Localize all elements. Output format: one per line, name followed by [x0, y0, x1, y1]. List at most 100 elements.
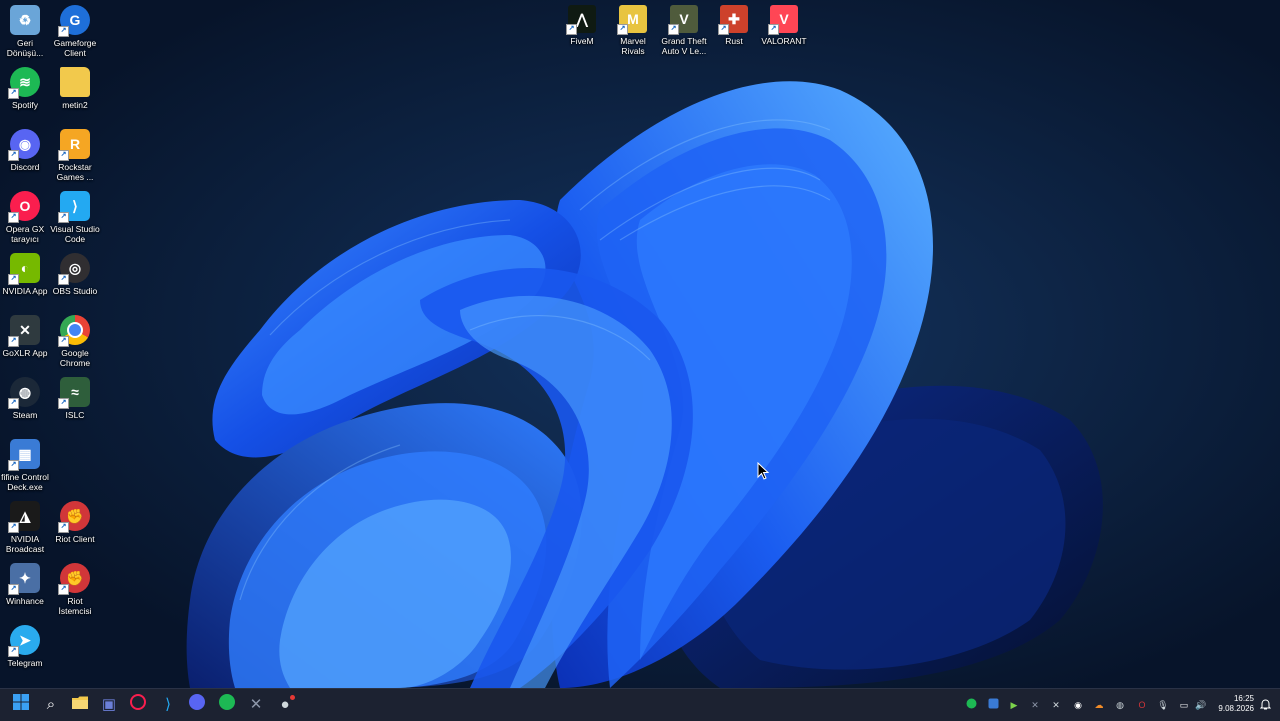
opera-gx-icon [130, 694, 146, 716]
desktop-icon-rust[interactable]: ✚ ↗ Rust [709, 5, 759, 46]
shortcut-arrow-icon: ↗ [58, 336, 69, 347]
start-button[interactable] [11, 694, 31, 716]
desktop-icon-telegram[interactable]: ➤ ↗ Telegram [0, 625, 50, 668]
tray-volume[interactable]: 🔊 [1194, 698, 1208, 712]
shortcut-arrow-icon: ↗ [58, 584, 69, 595]
desktop-icon-label: Google Chrome [59, 348, 91, 368]
desktop-icon-spotify[interactable]: ≋ ↗ Spotify [0, 67, 50, 110]
app-icon: ▣ [101, 696, 117, 713]
desktop-icon-label: fifine Control Deck.exe [1, 472, 49, 492]
discord-icon: ◉ ↗ [8, 129, 40, 161]
obs-icon: ◎ ↗ [58, 253, 90, 285]
opera-gx-button[interactable] [128, 694, 148, 716]
desktop-icon-discord[interactable]: ◉ ↗ Discord [0, 129, 50, 172]
desktop-icon-riot-client[interactable]: ✊ ↗ Riot Client [50, 501, 100, 544]
cloud-icon: ☁ [1094, 700, 1104, 710]
desktop-icon-gta-v[interactable]: V ↗ Grand Theft Auto V Le... [659, 5, 709, 56]
desktop-icon-riot-istemcisi[interactable]: ✊ ↗ Riot İstemcisi [50, 563, 100, 616]
desktop-icon-islc[interactable]: ≈ ↗ ISLC [50, 377, 100, 420]
tray-network[interactable]: ▭ [1177, 698, 1191, 712]
discord-button[interactable] [187, 694, 207, 715]
rockstar-icon: R ↗ [58, 129, 90, 161]
desktop-icon-chrome[interactable]: ↗ Google Chrome [50, 315, 100, 368]
shortcut-arrow-icon: ↗ [668, 24, 679, 35]
desktop-icon-steam[interactable]: ◍ ↗ Steam [0, 377, 50, 420]
desktop-icon-label: NVIDIA Broadcast [5, 534, 45, 554]
shortcut-arrow-icon: ↗ [58, 26, 69, 37]
nvidia-broadcast-icon: ◮ ↗ [8, 501, 40, 533]
valorant-icon: V ↗ [768, 5, 798, 35]
spotify-icon [219, 694, 235, 716]
tray-steam[interactable]: ◍ [1113, 698, 1127, 712]
desktop-icon-label: Marvel Rivals [620, 36, 646, 56]
desktop-icon-recycle-bin[interactable]: ♻ Geri Dönüşü... [0, 5, 50, 58]
tray-goxlr[interactable]: ✕ [1028, 698, 1042, 712]
goxlr-icon: ✕ [249, 696, 263, 713]
tray-play[interactable]: ▶ [1007, 698, 1021, 712]
windows-logo-icon [13, 694, 29, 716]
tray-x[interactable]: ✕ [1049, 698, 1063, 712]
wallpaper-bloom [0, 0, 1280, 688]
vscode-button[interactable]: ⟩ [158, 695, 178, 715]
desktop-icon-label: metin2 [62, 100, 88, 110]
gta-v-icon: V ↗ [668, 5, 698, 35]
desktop-icon-vscode[interactable]: ⟩ ↗ Visual Studio Code [50, 191, 100, 244]
shortcut-arrow-icon: ↗ [58, 150, 69, 161]
tray-cloud[interactable]: ☁ [1092, 698, 1106, 712]
shortcut-arrow-icon: ↗ [8, 150, 19, 161]
desktop-icon-label: NVIDIA App [2, 286, 48, 296]
desktop-icon-valorant[interactable]: V ↗ VALORANT [759, 5, 809, 46]
shortcut-arrow-icon: ↗ [8, 336, 19, 347]
spotify-icon: ≋ ↗ [8, 67, 40, 99]
app-icon [988, 698, 999, 713]
x-icon: ✕ [1052, 700, 1060, 710]
shortcut-arrow-icon: ↗ [718, 24, 729, 35]
shortcut-arrow-icon: ↗ [617, 24, 628, 35]
desktop-icon-rockstar[interactable]: R ↗ Rockstar Games ... [50, 129, 100, 182]
steam-icon: ◍ [1116, 700, 1124, 710]
spotify-button[interactable] [217, 694, 237, 716]
notification-bell-icon[interactable] [1258, 698, 1272, 712]
tray-mic[interactable]: 🎙 [1156, 698, 1170, 712]
shortcut-arrow-icon: ↗ [566, 24, 577, 35]
shortcut-arrow-icon: ↗ [58, 522, 69, 533]
desktop-icon-opera-gx[interactable]: O ↗ Opera GX tarayıcı [0, 191, 50, 244]
desktop-icon-obs[interactable]: ◎ ↗ OBS Studio [50, 253, 100, 296]
desktop-icon-fifine[interactable]: ▦ ↗ fifine Control Deck.exe [0, 439, 50, 492]
goxlr-button[interactable]: ✕ [246, 695, 266, 715]
desktop-icon-nvidia-broadcast[interactable]: ◮ ↗ NVIDIA Broadcast [0, 501, 50, 554]
desktop-icon-marvel-rivals[interactable]: M ↗ Marvel Rivals [608, 5, 658, 56]
desktop-icon-folder[interactable]: metin2 [50, 67, 100, 110]
desktop-icon-goxlr[interactable]: ✕ ↗ GoXLR App [0, 315, 50, 358]
app-button[interactable]: ▣ [99, 695, 119, 715]
tray-spotify[interactable] [964, 698, 978, 712]
clock[interactable]: 16:25 9.08.2026 [1218, 694, 1254, 714]
desktop-icon-label: Riot Client [55, 534, 95, 544]
desktop-icon-label: OBS Studio [52, 286, 98, 296]
desktop-icon-fivem[interactable]: ⋀ ↗ FiveM [557, 5, 607, 46]
rust-icon: ✚ ↗ [718, 5, 748, 35]
desktop-icon-label: GoXLR App [2, 348, 48, 358]
shortcut-arrow-icon: ↗ [58, 274, 69, 285]
desktop-icon-gameforge[interactable]: G ↗ Gameforge Client [50, 5, 100, 58]
nvidia-icon: ◐ ↗ [8, 253, 40, 285]
folder-icon [60, 67, 90, 97]
opera-gx-icon: O ↗ [8, 191, 40, 223]
desktop-icon-winhance[interactable]: ✦ ↗ Winhance [0, 563, 50, 606]
tray-app[interactable] [986, 698, 1000, 712]
tray-riot[interactable]: O [1135, 698, 1149, 712]
vscode-icon: ⟩ ↗ [58, 191, 90, 223]
volume-icon: 🔊 [1195, 700, 1207, 710]
file-explorer-button[interactable] [70, 695, 90, 715]
shortcut-arrow-icon: ↗ [8, 584, 19, 595]
shortcut-arrow-icon: ↗ [8, 460, 19, 471]
clock-time: 16:25 [1233, 694, 1254, 703]
search-button[interactable]: ⌕ [41, 695, 61, 715]
winhance-icon: ✦ ↗ [8, 563, 40, 595]
desktop-icon-label: Discord [10, 162, 40, 172]
desktop-icon-nvidia[interactable]: ◐ ↗ NVIDIA App [0, 253, 50, 296]
islc-icon: ≈ ↗ [58, 377, 90, 409]
folder-icon [72, 695, 88, 715]
shortcut-arrow-icon: ↗ [8, 646, 19, 657]
tray-discord[interactable]: ◉ [1071, 698, 1085, 712]
